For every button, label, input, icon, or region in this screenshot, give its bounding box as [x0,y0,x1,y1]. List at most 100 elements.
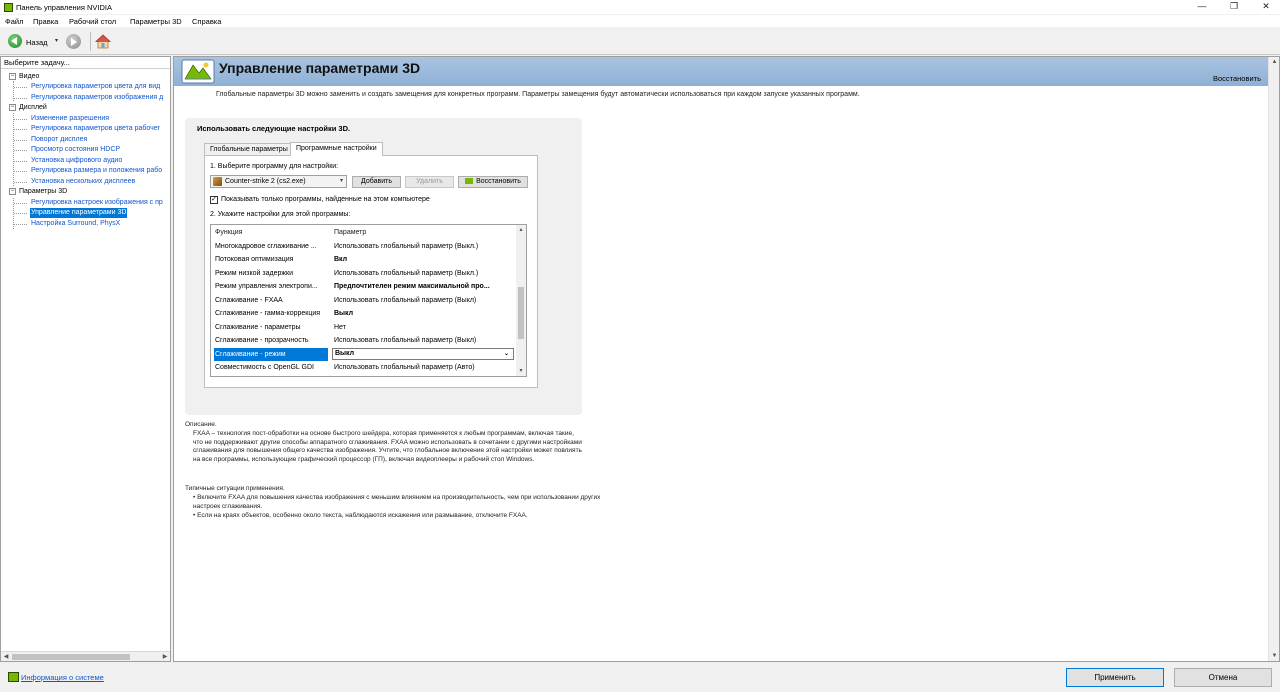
maximize-button[interactable]: ❐ [1221,0,1247,14]
page-banner: Управление параметрами 3D Восстановить [174,57,1268,86]
table-row[interactable]: Сглаживание - гамма-коррекция Выкл [211,307,516,321]
scroll-right-icon[interactable]: ▶ [160,652,170,662]
home-icon[interactable] [95,34,111,49]
table-row[interactable]: Многокадровое сглаживание ... Использова… [211,240,516,254]
tree-category-label: Видео [19,73,40,80]
tree-item-label[interactable]: Регулировка размера и положения рабо [31,166,162,176]
chevron-down-icon[interactable]: ⌄ [504,349,509,359]
window-title: Панель управления NVIDIA [16,3,112,12]
scroll-left-icon[interactable]: ◀ [1,652,11,662]
nvidia-icon [465,178,474,185]
value-cell[interactable]: Использовать глобальный параметр (Авто) [334,361,514,374]
program-select-value: Counter-strike 2 (cs2.exe) [225,178,306,185]
back-button-label[interactable]: Назад [26,38,48,47]
scroll-up-icon[interactable]: ▴ [516,225,526,235]
description-text: FXAA – технология пост-обработки на осно… [193,430,582,463]
tree-item-label[interactable]: Настройка Surround, PhysX [31,219,120,229]
sidebar-header: Выберите задачу... [1,57,170,69]
tree-item-label[interactable]: Установка нескольких дисплеев [31,177,135,187]
panel-heading: Использовать следующие настройки 3D. [197,124,351,133]
settings-grid: Функция Параметр Многокадровое сглаживан… [210,224,527,377]
page-title: Управление параметрами 3D [219,60,421,76]
scroll-up-icon[interactable]: ▲ [1269,57,1279,67]
menu-file[interactable]: Файл [5,17,23,26]
tree-item-label[interactable]: Регулировка настроек изображения с пр [31,198,163,208]
tree-item-label[interactable]: Просмотр состояния HDCP [31,145,120,155]
show-installed-checkbox[interactable]: ✓ [210,196,218,204]
scroll-down-icon[interactable]: ▼ [1269,651,1279,661]
minimize-button[interactable]: — [1189,0,1215,14]
close-button[interactable]: ✕ [1253,0,1279,14]
table-row[interactable]: Режим управления электропи... Предпочтит… [211,280,516,294]
collapse-icon[interactable]: − [9,188,16,195]
usage-section: Типичные ситуации применения. • Включите… [185,485,605,519]
value-cell[interactable]: Выкл [334,307,514,320]
tree-item-label[interactable]: Изменение разрешения [31,114,109,124]
chevron-down-icon[interactable]: ▾ [340,176,343,187]
table-row-selected[interactable]: Сглаживание - режим Выкл ⌄ [211,347,516,362]
restore-defaults-link[interactable]: Восстановить [1213,74,1261,83]
value-cell[interactable]: Предпочтителен режим максимальной про... [334,280,514,293]
tree-item-label[interactable]: Поворот дисплея [31,135,87,145]
description-heading: Описание. [185,421,217,428]
collapse-icon[interactable]: − [9,104,16,111]
back-arrow-icon[interactable] [8,34,22,48]
table-row[interactable]: Сглаживание - параметры Нет [211,321,516,335]
program-select[interactable]: Counter-strike 2 (cs2.exe) ▾ [210,175,347,188]
scrollbar-thumb[interactable] [12,654,130,660]
tree-item-label[interactable]: Регулировка параметров изображения д [31,93,163,103]
cancel-button[interactable]: Отмена [1174,668,1272,687]
collapse-icon[interactable]: − [9,73,16,80]
description-section: Описание. FXAA – технология пост-обработ… [185,421,585,463]
scroll-down-icon[interactable]: ▾ [516,366,526,376]
feature-cell: Сглаживание - прозрачность [215,337,309,344]
value-cell[interactable]: Использовать глобальный параметр (Выкл) [334,294,514,307]
table-row[interactable]: Потоковая оптимизация Вкл [211,253,516,267]
forward-arrow-icon[interactable] [66,34,81,49]
nvidia-system-info-icon[interactable] [8,672,19,682]
remove-program-button[interactable]: Удалить [405,176,454,188]
system-info-link[interactable]: Информация о системе [21,673,104,682]
back-history-dropdown[interactable]: ▾ [55,37,58,44]
step1-label: 1. Выберите программу для настройки: [210,163,339,170]
feature-cell: Многокадровое сглаживание ... [215,242,317,250]
toolbar-separator [90,32,91,51]
table-row[interactable]: Совместимость с OpenGL GDI Использовать … [211,361,516,375]
tree-item-label[interactable]: Регулировка параметров цвета для вид [31,82,160,92]
tree-item-label[interactable]: Управление параметрами 3D [30,208,128,218]
value-cell[interactable]: Вкл [334,253,514,266]
tree-item-label[interactable]: Регулировка параметров цвета рабочег [31,124,160,134]
table-row[interactable]: Режим низкой задержки Использовать глоба… [211,267,516,281]
column-header-value: Параметр [334,229,367,236]
table-row[interactable]: Сглаживание - FXAA Использовать глобальн… [211,294,516,308]
tree-item-label[interactable]: Установка цифрового аудио [31,156,122,166]
menu-3d-settings[interactable]: Параметры 3D [130,17,182,26]
apply-button[interactable]: Применить [1066,668,1164,687]
value-cell[interactable]: Использовать глобальный параметр (Выкл.) [334,240,514,253]
menu-desktop[interactable]: Рабочий стол [69,17,116,26]
value-dropdown[interactable]: Выкл ⌄ [332,347,514,360]
menu-edit[interactable]: Правка [33,17,58,26]
main-vertical-scrollbar[interactable]: ▲ ▼ [1268,57,1279,661]
value-cell[interactable]: Нет [334,321,514,334]
feature-cell: Сглаживание - параметры [215,323,301,331]
value-cell[interactable]: Использовать глобальный параметр (Выкл.) [334,267,514,280]
main-content: Управление параметрами 3D Восстановить ▲… [173,56,1280,662]
toolbar: Назад ▾ [0,28,1280,55]
usage-item: • Включите FXAA для повышения качества и… [193,494,601,510]
grid-vertical-scrollbar[interactable]: ▴ ▾ [516,225,526,376]
tab-program-settings[interactable]: Программные настройки [290,142,383,156]
task-sidebar: Выберите задачу... − Видео Регулировка п… [0,56,171,662]
menu-help[interactable]: Справка [192,17,221,26]
value-cell[interactable]: Использовать глобальный параметр (Выкл) [334,334,514,347]
sidebar-horizontal-scrollbar[interactable]: ◀ ▶ [1,651,170,661]
scrollbar-thumb[interactable] [518,287,524,339]
step2-label: 2. Укажите настройки для этой программы: [210,211,351,218]
add-program-button[interactable]: Добавить [352,176,401,188]
program-icon [213,177,222,186]
table-row[interactable]: Сглаживание - прозрачность Использовать … [211,334,516,348]
show-installed-label[interactable]: Показывать только программы, найденные н… [221,196,430,203]
feature-cell: Режим управления электропи... [215,283,318,290]
value-dropdown-text: Выкл [335,349,355,357]
restore-program-button[interactable]: Восстановить [458,176,528,188]
